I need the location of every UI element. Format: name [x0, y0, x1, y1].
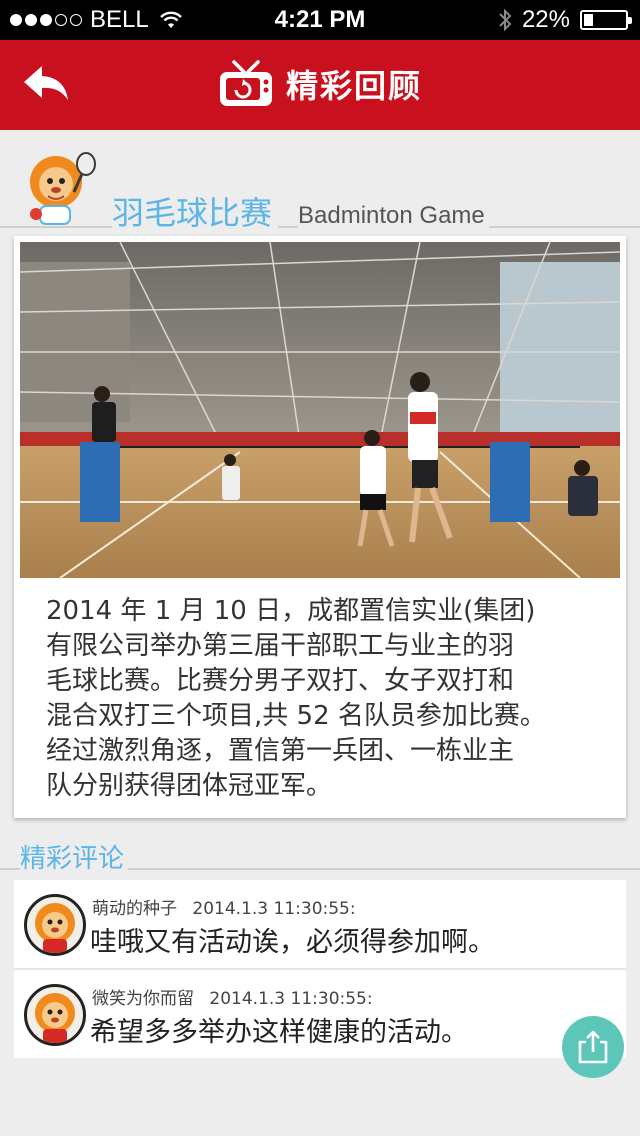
- article-line: 毛球比赛。比赛分男子双打、女子双打和: [46, 666, 515, 696]
- share-button[interactable]: [562, 1016, 624, 1078]
- comment-text: 哇哦又有活动诶，必须得参加啊。: [90, 927, 495, 958]
- share-icon: [578, 1030, 608, 1064]
- battery-icon: [580, 10, 632, 30]
- article-card: 2014 年 1 月 10 日，成都置信实业(集团) 有限公司举办第三届干部职工…: [14, 236, 626, 818]
- avatar[interactable]: [24, 894, 86, 956]
- status-bar: BELL 4:21 PM 22%: [0, 0, 640, 40]
- bluetooth-icon: [499, 8, 512, 32]
- comment-user[interactable]: 萌动的种子: [92, 899, 177, 919]
- status-right: 22%: [498, 6, 632, 34]
- section-title-cn: 羽毛球比赛: [112, 188, 279, 234]
- lion-avatar-icon: [35, 993, 75, 1043]
- comment-user[interactable]: 微笑为你而留: [92, 989, 194, 1009]
- lion-avatar-icon: [35, 903, 75, 953]
- comments-list: 萌动的种子 2014.1.3 11:30:55: 哇哦又有活动诶，必须得参加啊。…: [14, 880, 626, 1058]
- article-line: 2014 年 1 月 10 日，成都置信实业(集团): [46, 596, 536, 626]
- badminton-photo: [20, 242, 620, 578]
- comments-title: 精彩评论: [20, 838, 129, 875]
- section-header: 羽毛球比赛 Badminton Game: [0, 148, 640, 238]
- nav-bar: 精彩回顾: [0, 40, 640, 130]
- comment-text: 希望多多举办这样健康的活动。: [90, 1017, 468, 1048]
- article-line: 队分别获得团体冠亚军。: [46, 771, 333, 801]
- comment-time: 2014.1.3 11:30:55:: [209, 989, 373, 1009]
- comment-meta: 微笑为你而留 2014.1.3 11:30:55:: [92, 984, 373, 1009]
- page-title: 精彩回顾: [285, 67, 422, 105]
- section-title-en: Badminton Game: [298, 202, 489, 230]
- nav-title-group: 精彩回顾: [0, 58, 640, 110]
- comment-item[interactable]: 微笑为你而留 2014.1.3 11:30:55: 希望多多举办这样健康的活动。: [14, 968, 626, 1058]
- comment-time: 2014.1.3 11:30:55:: [192, 899, 356, 919]
- article-line: 有限公司举办第三届干部职工与业主的羽: [46, 631, 515, 661]
- comment-meta: 萌动的种子 2014.1.3 11:30:55:: [92, 894, 356, 919]
- battery-percent: 22%: [521, 6, 570, 33]
- comments-header: 精彩评论: [0, 834, 640, 875]
- article-line: 经过激烈角逐，置信第一兵团、一栋业主: [46, 736, 515, 766]
- article-body: 2014 年 1 月 10 日，成都置信实业(集团) 有限公司举办第三届干部职工…: [46, 594, 606, 804]
- lion-mascot-icon: [30, 152, 96, 225]
- article-line: 混合双打三个项目,共 52 名队员参加比赛。: [46, 701, 546, 731]
- comment-item[interactable]: 萌动的种子 2014.1.3 11:30:55: 哇哦又有活动诶，必须得参加啊。: [14, 880, 626, 968]
- avatar[interactable]: [24, 984, 86, 1046]
- tv-icon: [219, 60, 272, 106]
